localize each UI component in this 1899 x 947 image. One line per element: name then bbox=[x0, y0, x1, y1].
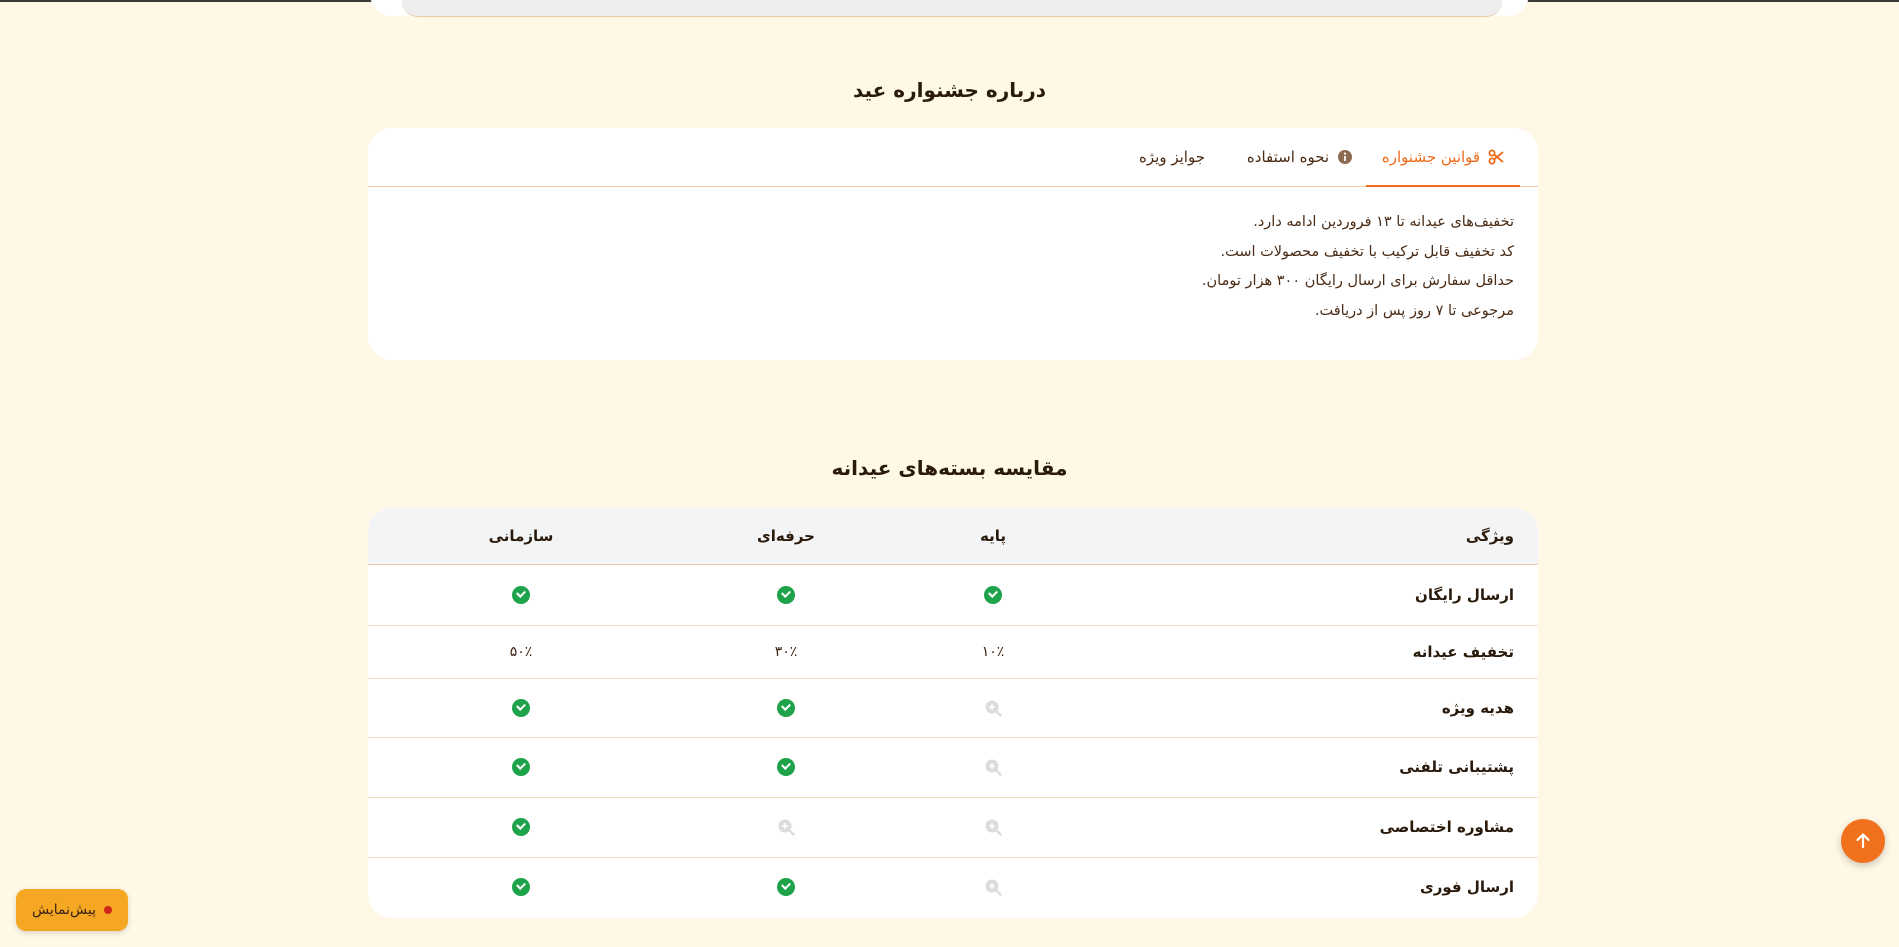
header-basic: پایه bbox=[980, 527, 1006, 545]
preview-button[interactable]: پیش‌نمایش bbox=[16, 889, 128, 931]
tab-how-to-use-label: نحوه استفاده bbox=[1246, 148, 1330, 166]
discount-value: ۱۰٪ bbox=[981, 643, 1005, 660]
cell-org bbox=[501, 737, 541, 797]
cell-pro: ۳۰٪ bbox=[766, 625, 806, 678]
check-icon bbox=[512, 586, 530, 604]
rule-item: کد تخفیف قابل ترکیب با تخفیف محصولات است… bbox=[1220, 243, 1514, 260]
tabs-bar: قوانین جشنواره نحوه استفاده جوایز ویژه bbox=[368, 128, 1538, 187]
cell-org: ۵۰٪ bbox=[501, 625, 541, 678]
cell-org bbox=[501, 565, 541, 625]
unavailable-icon bbox=[985, 879, 1002, 896]
tab-rules-label: قوانین جشنواره bbox=[1381, 148, 1481, 166]
rules-list: تخفیف‌های عیدانه تا ۱۳ فروردین ادامه دار… bbox=[1202, 214, 1514, 332]
cell-basic bbox=[973, 737, 1013, 797]
tab-rules[interactable]: قوانین جشنواره bbox=[1366, 128, 1520, 187]
cell-org bbox=[501, 857, 541, 917]
tab-how-to-use[interactable]: نحوه استفاده bbox=[1242, 128, 1358, 186]
header-pro: حرفه‌ای bbox=[757, 527, 815, 545]
arrow-up-icon bbox=[1856, 833, 1870, 849]
check-icon bbox=[512, 698, 530, 717]
cell-org bbox=[501, 678, 541, 737]
feature-label: ارسال فوری bbox=[1419, 878, 1514, 896]
rule-item: تخفیف‌های عیدانه تا ۱۳ فروردین ادامه دار… bbox=[1253, 214, 1514, 230]
check-icon bbox=[777, 586, 795, 604]
preview-button-label: پیش‌نمایش bbox=[32, 902, 96, 918]
table-row: تخفیف عیدانه ۱۰٪ ۳۰٪ ۵۰٪ bbox=[368, 625, 1538, 679]
tab-special-prizes[interactable]: جوایز ویژه bbox=[1124, 128, 1220, 186]
table-row: ارسال فوری bbox=[368, 857, 1538, 917]
info-icon bbox=[1338, 150, 1353, 164]
previous-section-panel bbox=[402, 0, 1502, 17]
cell-pro bbox=[766, 565, 806, 625]
header-org: سازمانی bbox=[488, 527, 554, 545]
comparison-table: ویژگی پایه حرفه‌ای سازمانی ارسال رایگان ت… bbox=[368, 508, 1538, 918]
unavailable-icon bbox=[985, 819, 1002, 836]
about-title: درباره جشنواره عید bbox=[852, 78, 1047, 102]
unavailable-icon bbox=[778, 819, 795, 836]
header-feature: ویژگی bbox=[1465, 527, 1514, 545]
cell-org bbox=[501, 797, 541, 857]
about-tabs-card: قوانین جشنواره نحوه استفاده جوایز ویژه ت… bbox=[368, 128, 1538, 360]
table-header: ویژگی پایه حرفه‌ای سازمانی bbox=[368, 508, 1538, 565]
feature-label: مشاوره اختصاصی bbox=[1379, 818, 1514, 836]
rule-item: مرجوعی تا ۷ روز پس از دریافت. bbox=[1314, 302, 1514, 319]
cell-pro bbox=[766, 678, 806, 737]
cell-pro bbox=[766, 737, 806, 797]
feature-label: پشتیبانی تلفنی bbox=[1399, 758, 1514, 776]
cell-basic: ۱۰٪ bbox=[973, 625, 1013, 678]
check-icon bbox=[512, 878, 530, 896]
discount-value: ۳۰٪ bbox=[774, 643, 798, 660]
comparison-title: مقایسه بسته‌های عیدانه bbox=[831, 456, 1068, 480]
table-row: پشتیبانی تلفنی bbox=[368, 737, 1538, 798]
table-row: هدیه ویژه bbox=[368, 678, 1538, 738]
table-row: مشاوره اختصاصی bbox=[368, 797, 1538, 858]
tab-special-prizes-label: جوایز ویژه bbox=[1139, 148, 1205, 166]
feature-label: ارسال رایگان bbox=[1415, 586, 1514, 604]
check-icon bbox=[777, 758, 795, 776]
discount-value: ۵۰٪ bbox=[509, 643, 533, 660]
cell-basic bbox=[973, 565, 1013, 625]
status-dot bbox=[104, 906, 112, 914]
check-icon bbox=[512, 758, 530, 776]
feature-label: هدیه ویژه bbox=[1441, 698, 1514, 717]
check-icon bbox=[984, 586, 1002, 604]
cell-basic bbox=[973, 797, 1013, 857]
table-row: ارسال رایگان bbox=[368, 565, 1538, 626]
feature-label: تخفیف عیدانه bbox=[1412, 642, 1514, 661]
cell-basic bbox=[973, 857, 1013, 917]
cell-pro bbox=[766, 797, 806, 857]
unavailable-icon bbox=[985, 759, 1002, 776]
check-icon bbox=[777, 878, 795, 896]
rule-item: حداقل سفارش برای ارسال رایگان ۳۰۰ هزار ت… bbox=[1201, 273, 1514, 289]
scroll-to-top-button[interactable] bbox=[1841, 819, 1885, 863]
cell-pro bbox=[766, 857, 806, 917]
cell-basic bbox=[973, 678, 1013, 737]
scissors-icon bbox=[1488, 149, 1504, 165]
check-icon bbox=[512, 818, 530, 836]
unavailable-icon bbox=[985, 700, 1002, 717]
check-icon bbox=[777, 698, 795, 717]
